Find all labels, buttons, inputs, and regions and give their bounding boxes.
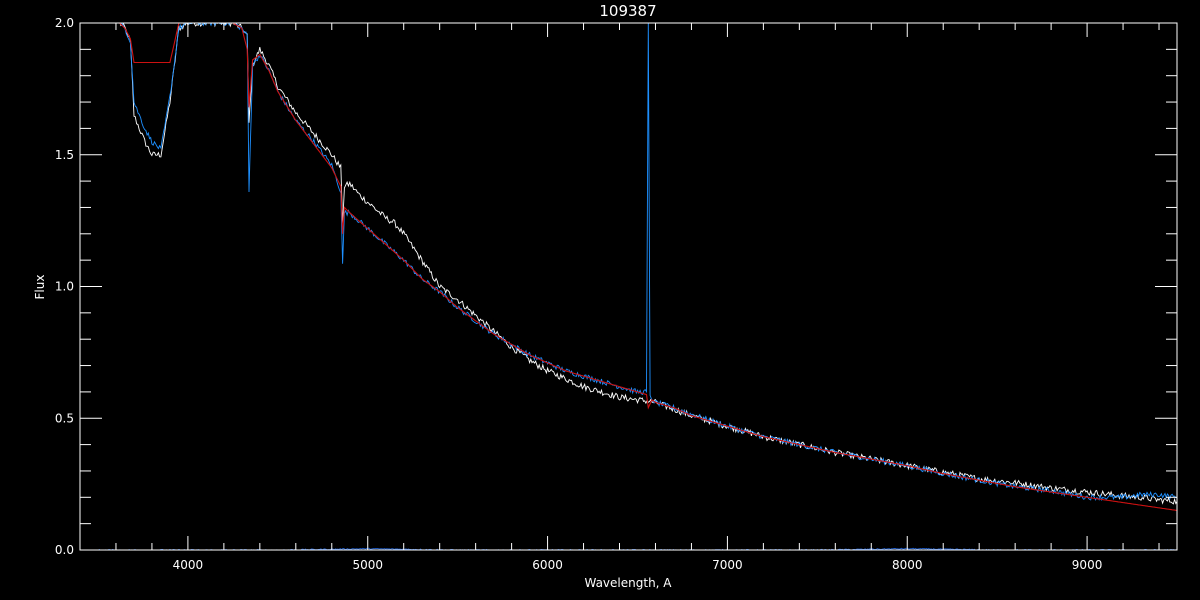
x-tick-label: 7000: [712, 558, 743, 572]
x-tick-label: 4000: [173, 558, 204, 572]
x-tick-label: 8000: [892, 558, 923, 572]
y-tick-label: 0.0: [55, 543, 74, 557]
x-tick-label: 9000: [1072, 558, 1103, 572]
x-tick-label: 5000: [352, 558, 383, 572]
chart-title: 109387: [599, 2, 656, 20]
y-tick-label: 0.5: [55, 411, 74, 425]
chart-background: [0, 0, 1200, 600]
y-axis-label: Flux: [33, 275, 47, 300]
y-tick-label: 2.0: [55, 16, 74, 30]
x-axis-label: Wavelength, A: [584, 576, 672, 590]
y-tick-label: 1.0: [55, 280, 74, 294]
spectrum-chart: 109387 Wavelength, A Flux 4000 5000 6000 70…: [0, 0, 1200, 600]
x-tick-label: 6000: [532, 558, 563, 572]
y-tick-label: 1.5: [55, 148, 74, 162]
